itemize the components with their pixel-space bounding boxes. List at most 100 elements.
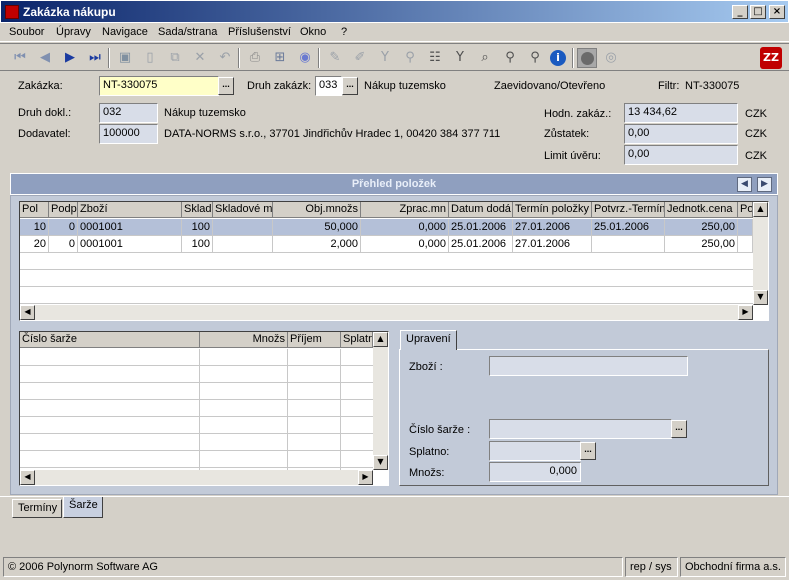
filter-icon[interactable]: Y xyxy=(375,48,395,68)
column-header[interactable]: Po xyxy=(738,202,753,218)
column-header[interactable]: Skladové m xyxy=(213,202,273,218)
table-cell: 27.01.2006 xyxy=(513,219,592,236)
tab-sarze[interactable]: Šarže xyxy=(63,497,103,518)
column-header[interactable]: Termín položky xyxy=(513,202,592,218)
zakazka-lookup-button[interactable]: ... xyxy=(218,77,234,95)
minimize-button[interactable]: _ xyxy=(732,5,748,19)
scroll-left-button[interactable]: ◀ xyxy=(20,305,35,320)
undo-icon[interactable]: ↶ xyxy=(215,48,235,68)
scroll-down-button[interactable]: ▼ xyxy=(373,455,388,470)
cislo-sarze-label: Číslo šarže : xyxy=(409,424,471,436)
print-preview-icon[interactable]: ⊞ xyxy=(270,48,290,68)
menu-help[interactable]: ? xyxy=(339,26,349,40)
table-cell: 27.01.2006 xyxy=(513,236,592,253)
tab-terminy[interactable]: Termíny xyxy=(12,499,62,518)
table-cell xyxy=(738,236,753,253)
new-document-icon[interactable]: ▯ xyxy=(140,48,160,68)
menu-sada-strana[interactable]: Sada/strana xyxy=(156,26,219,40)
column-header[interactable]: Množs xyxy=(200,332,288,348)
zakazka-label: Zakázka: xyxy=(18,80,63,92)
column-header[interactable]: Jednotk.cena xyxy=(665,202,738,218)
table-cell: 20 xyxy=(20,236,49,253)
column-header[interactable]: Zprac.mn xyxy=(361,202,449,218)
column-header[interactable]: Pol xyxy=(20,202,49,218)
logo-icon: ZZ xyxy=(760,47,782,69)
attachment-icon[interactable]: ◉ xyxy=(295,48,315,68)
next-record-icon[interactable]: ▶ xyxy=(60,48,80,68)
menu-prislusenstvi[interactable]: Příslušenství xyxy=(226,26,293,40)
empty-rows xyxy=(20,349,373,470)
splatno-label: Splatno: xyxy=(409,446,450,458)
menu-okno[interactable]: Okno xyxy=(298,26,328,40)
previous-record-icon[interactable]: ◀ xyxy=(35,48,55,68)
druh-dokl-text: Nákup tuzemsko xyxy=(164,107,246,119)
table-cell: 10 xyxy=(20,219,49,236)
search-next-icon[interactable]: ⚲ xyxy=(525,48,545,68)
column-header[interactable]: Obj.množs xyxy=(273,202,361,218)
edit-icon[interactable]: ✎ xyxy=(325,48,345,68)
scroll-down-button[interactable]: ▼ xyxy=(753,290,768,305)
cislo-sarze-lookup-button[interactable]: ... xyxy=(671,420,687,438)
scroll-left-button[interactable]: ◀ xyxy=(20,470,35,485)
copy-icon[interactable]: ⧉ xyxy=(165,48,185,68)
vertical-scrollbar[interactable] xyxy=(373,332,388,470)
mnozs-field[interactable]: 0,000 xyxy=(489,462,581,482)
splatno-date-button[interactable]: ... xyxy=(580,442,596,460)
table-row[interactable]: 10 0 0001001 100 50,000 0,000 25.01.2006… xyxy=(20,219,753,236)
horizontal-scrollbar[interactable] xyxy=(20,305,753,320)
menu-navigace[interactable]: Navigace xyxy=(100,26,150,40)
column-header[interactable]: Splatn xyxy=(341,332,373,348)
table-cell: 100 xyxy=(182,236,213,253)
info-icon[interactable]: i xyxy=(550,50,566,66)
column-header[interactable]: Číslo šarže xyxy=(20,332,200,348)
table-cell: 0,000 xyxy=(361,236,449,253)
status-bar: © 2006 Polynorm Software AG rep / sys Ob… xyxy=(0,555,789,580)
scroll-up-button[interactable]: ▲ xyxy=(373,332,388,347)
scroll-right-button[interactable]: ▶ xyxy=(358,470,373,485)
save-icon[interactable]: ▣ xyxy=(115,48,135,68)
column-header[interactable]: Sklad xyxy=(182,202,213,218)
panel-prev-button[interactable]: ◀ xyxy=(737,177,752,192)
column-header[interactable]: Potvrz.-Termín xyxy=(592,202,665,218)
close-button[interactable]: × xyxy=(769,5,785,19)
last-record-icon[interactable]: ⏭ xyxy=(85,48,105,68)
maximize-button[interactable]: □ xyxy=(750,5,766,19)
menu-soubor[interactable]: Soubor xyxy=(7,26,46,40)
druh-zakazky-input[interactable]: 033 xyxy=(315,76,342,96)
scroll-right-button[interactable]: ▶ xyxy=(738,305,753,320)
hodn-zakazky-field: 13 434,62 xyxy=(624,103,738,123)
search-filter-icon[interactable]: ⌕ xyxy=(475,48,495,68)
scroll-up-button[interactable]: ▲ xyxy=(753,202,768,217)
record-icon[interactable] xyxy=(577,48,597,68)
filter-apply-icon[interactable]: Y xyxy=(450,48,470,68)
first-record-icon[interactable]: ⏮ xyxy=(10,48,30,68)
splatno-field[interactable] xyxy=(489,441,581,461)
print-icon[interactable]: ⎙ xyxy=(245,48,265,68)
cislo-sarze-field[interactable] xyxy=(489,419,672,439)
column-header[interactable]: Příjem xyxy=(288,332,341,348)
zakazka-input[interactable]: NT-330075 xyxy=(99,76,219,96)
tab-upraveni[interactable]: Upravení xyxy=(400,330,457,350)
panel-next-button[interactable]: ▶ xyxy=(757,177,772,192)
table-row[interactable]: 20 0 0001001 100 2,000 0,000 25.01.2006 … xyxy=(20,236,753,253)
refresh-icon[interactable]: ◎ xyxy=(601,48,621,68)
order-status: Zaevidovano/Otevřeno xyxy=(494,80,606,92)
table-cell xyxy=(738,219,753,236)
pencil-icon[interactable]: ✐ xyxy=(350,48,370,68)
horizontal-scrollbar[interactable] xyxy=(20,470,373,485)
druh-zakazky-lookup-button[interactable]: ... xyxy=(342,77,358,95)
zbozi-field[interactable] xyxy=(489,356,688,376)
batch-grid: Číslo šarže Množs Příjem Splatn ▲ ▼ ◀ ▶ xyxy=(19,331,389,486)
currency-label: CZK xyxy=(745,128,767,140)
filter-clear-icon[interactable]: ⚲ xyxy=(400,48,420,68)
delete-icon[interactable]: ✕ xyxy=(190,48,210,68)
column-header[interactable]: Zboží xyxy=(78,202,182,218)
column-header[interactable]: Podp xyxy=(49,202,78,218)
toolbar-separator xyxy=(318,48,320,68)
currency-label: CZK xyxy=(745,150,767,162)
filter-list-icon[interactable]: ☷ xyxy=(425,48,445,68)
column-header[interactable]: Datum dodá xyxy=(449,202,513,218)
toolbar: ⏮ ◀ ▶ ⏭ ▣ ▯ ⧉ ✕ ↶ ⎙ ⊞ ◉ ✎ ✐ Y ⚲ ☷ Y ⌕ ⚲ … xyxy=(0,43,789,71)
search-icon[interactable]: ⚲ xyxy=(500,48,520,68)
menu-upravy[interactable]: Úpravy xyxy=(54,26,93,40)
